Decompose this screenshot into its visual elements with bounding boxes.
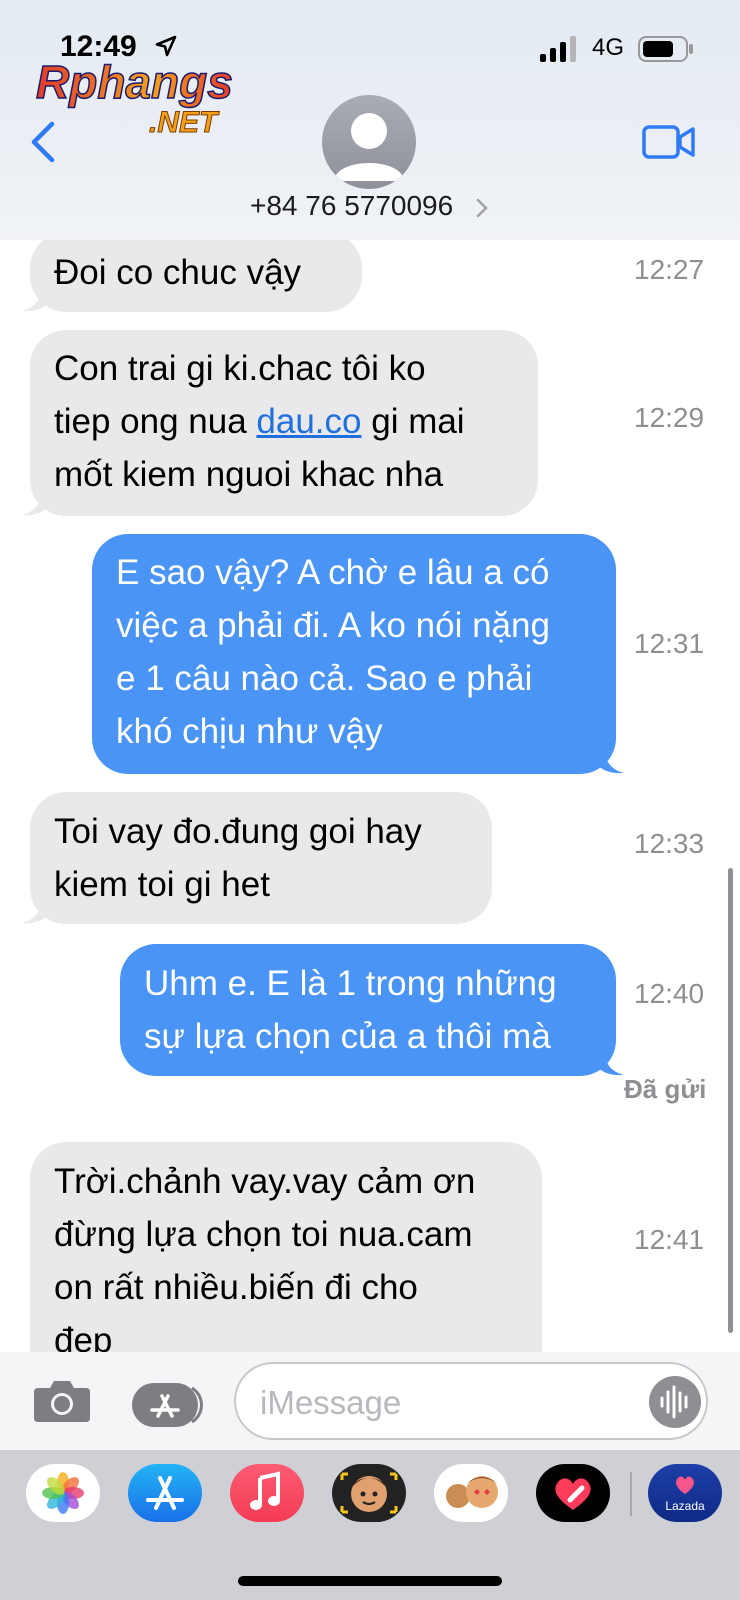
message-text: Đoi co chuc vậy [54,253,302,292]
app-store-app[interactable] [128,1464,202,1522]
message-text-segment: gi mai [361,402,465,441]
photos-app[interactable] [26,1464,100,1522]
battery-icon [638,36,693,62]
message-timestamp: 12:31 [634,628,705,659]
bubble-tail [22,896,50,924]
message-timestamp: 12:40 [634,978,705,1009]
message-text-line: Uhm e. E là 1 trong những [144,964,557,1003]
back-chevron-icon[interactable] [28,120,58,164]
imessage-placeholder: iMessage [260,1384,402,1421]
message-text-line: on rất nhiều.biến đi cho [54,1268,418,1307]
message-timestamp: 12:41 [634,1224,705,1255]
network-type: 4G [592,34,625,61]
chevron-right-icon[interactable] [476,198,488,218]
message-text-segment: tiep ong nua [54,402,257,441]
message-text-line: sự lựa chọn của a thôi mà [144,1017,551,1056]
digital-touch-app[interactable] [536,1464,610,1522]
music-app[interactable] [230,1464,304,1522]
photos-icon [42,1472,84,1514]
contact-avatar[interactable] [322,95,416,189]
person-silhouette-icon [334,113,404,181]
message-text-line: việc a phải đi. A ko nói nặng [116,606,550,645]
lazada-label: Lazada [665,1499,705,1513]
message-text-line: Toi vay đo.đung goi hay [54,812,422,851]
message-timestamp: 12:33 [634,828,705,859]
conversation-header: 12:49 4G Rphangs .NET +84 76 5770096 [0,0,740,241]
message-text-line: khó chịu như vậy [116,712,383,751]
message-text-line: Trời.chảnh vay.vay cảm ơn [54,1162,476,1201]
heart-touch-icon [555,1478,591,1510]
memoji-icon [340,1472,398,1514]
lazada-app[interactable]: Lazada [648,1464,722,1522]
watermark-logo: Rphangs .NET [35,58,233,140]
message-bubble-outgoing[interactable]: E sao vậy? A chờ e lâu a có việc a phải … [92,534,616,774]
video-call-icon[interactable] [642,124,696,160]
memoji-app[interactable] [332,1464,406,1522]
message-text-line: e 1 câu nào cả. Sao e phải [116,659,533,698]
message-text-line: tiep ong nua dau.co gi mai [54,395,514,448]
delivered-status: Đã gửi [624,1074,707,1104]
bubble-tail [22,284,50,312]
message-text-line: kiem toi gi het [54,865,270,904]
message-text-line: Con trai gi ki.chac tôi ko [54,349,426,388]
music-note-icon [250,1471,280,1510]
message-bubble-incoming[interactable]: Trời.chảnh vay.vay cảm ơn đừng lựa chọn … [30,1142,542,1352]
message-timestamp: 12:27 [634,254,705,285]
message-text-line: E sao vậy? A chờ e lâu a có [116,553,550,592]
message-bubble-incoming[interactable]: Toi vay đo.đung goi hay kiem toi gi het [30,792,492,924]
bubble-tail [596,746,624,774]
imessage-input[interactable]: iMessage [234,1362,708,1440]
watermark-logo-domain: .NET [149,106,220,139]
cellular-signal-icon [540,36,576,62]
home-indicator[interactable] [238,1576,502,1586]
bubble-tail [22,488,50,516]
message-bubble-outgoing[interactable]: Uhm e. E là 1 trong những sự lựa chọn củ… [120,944,616,1076]
app-store-drawer-icon[interactable] [132,1382,204,1428]
audio-message-icon[interactable] [648,1375,702,1429]
message-bubble-incoming[interactable]: Đoi co chuc vậy [30,240,362,312]
tray-divider [630,1472,632,1516]
lazada-icon: Lazada [665,1476,705,1513]
message-timestamp: 12:29 [634,402,705,433]
message-text-line: đừng lựa chọn toi nua.cam [54,1215,473,1254]
watermark-logo-text: Rphangs [36,58,233,108]
message-text-line: đep [54,1321,113,1352]
scrollbar[interactable] [728,868,733,1333]
memoji-stickers-icon [446,1476,498,1508]
message-link[interactable]: dau.co [256,402,361,441]
memoji-stickers-app[interactable] [434,1464,508,1522]
bubble-tail [596,1048,624,1076]
message-text-line: mốt kiem nguoi khac nha [54,455,444,494]
contact-name[interactable]: +84 76 5770096 [250,190,453,222]
location-arrow-icon [155,35,177,57]
app-store-icon [146,1476,184,1510]
message-thread[interactable]: Đoi co chuc vậy 12:27 Con trai gi ki.cha… [0,240,740,1352]
camera-icon[interactable] [32,1378,92,1424]
message-bubble-incoming[interactable]: Con trai gi ki.chac tôi ko tiep ong nua … [30,330,538,516]
